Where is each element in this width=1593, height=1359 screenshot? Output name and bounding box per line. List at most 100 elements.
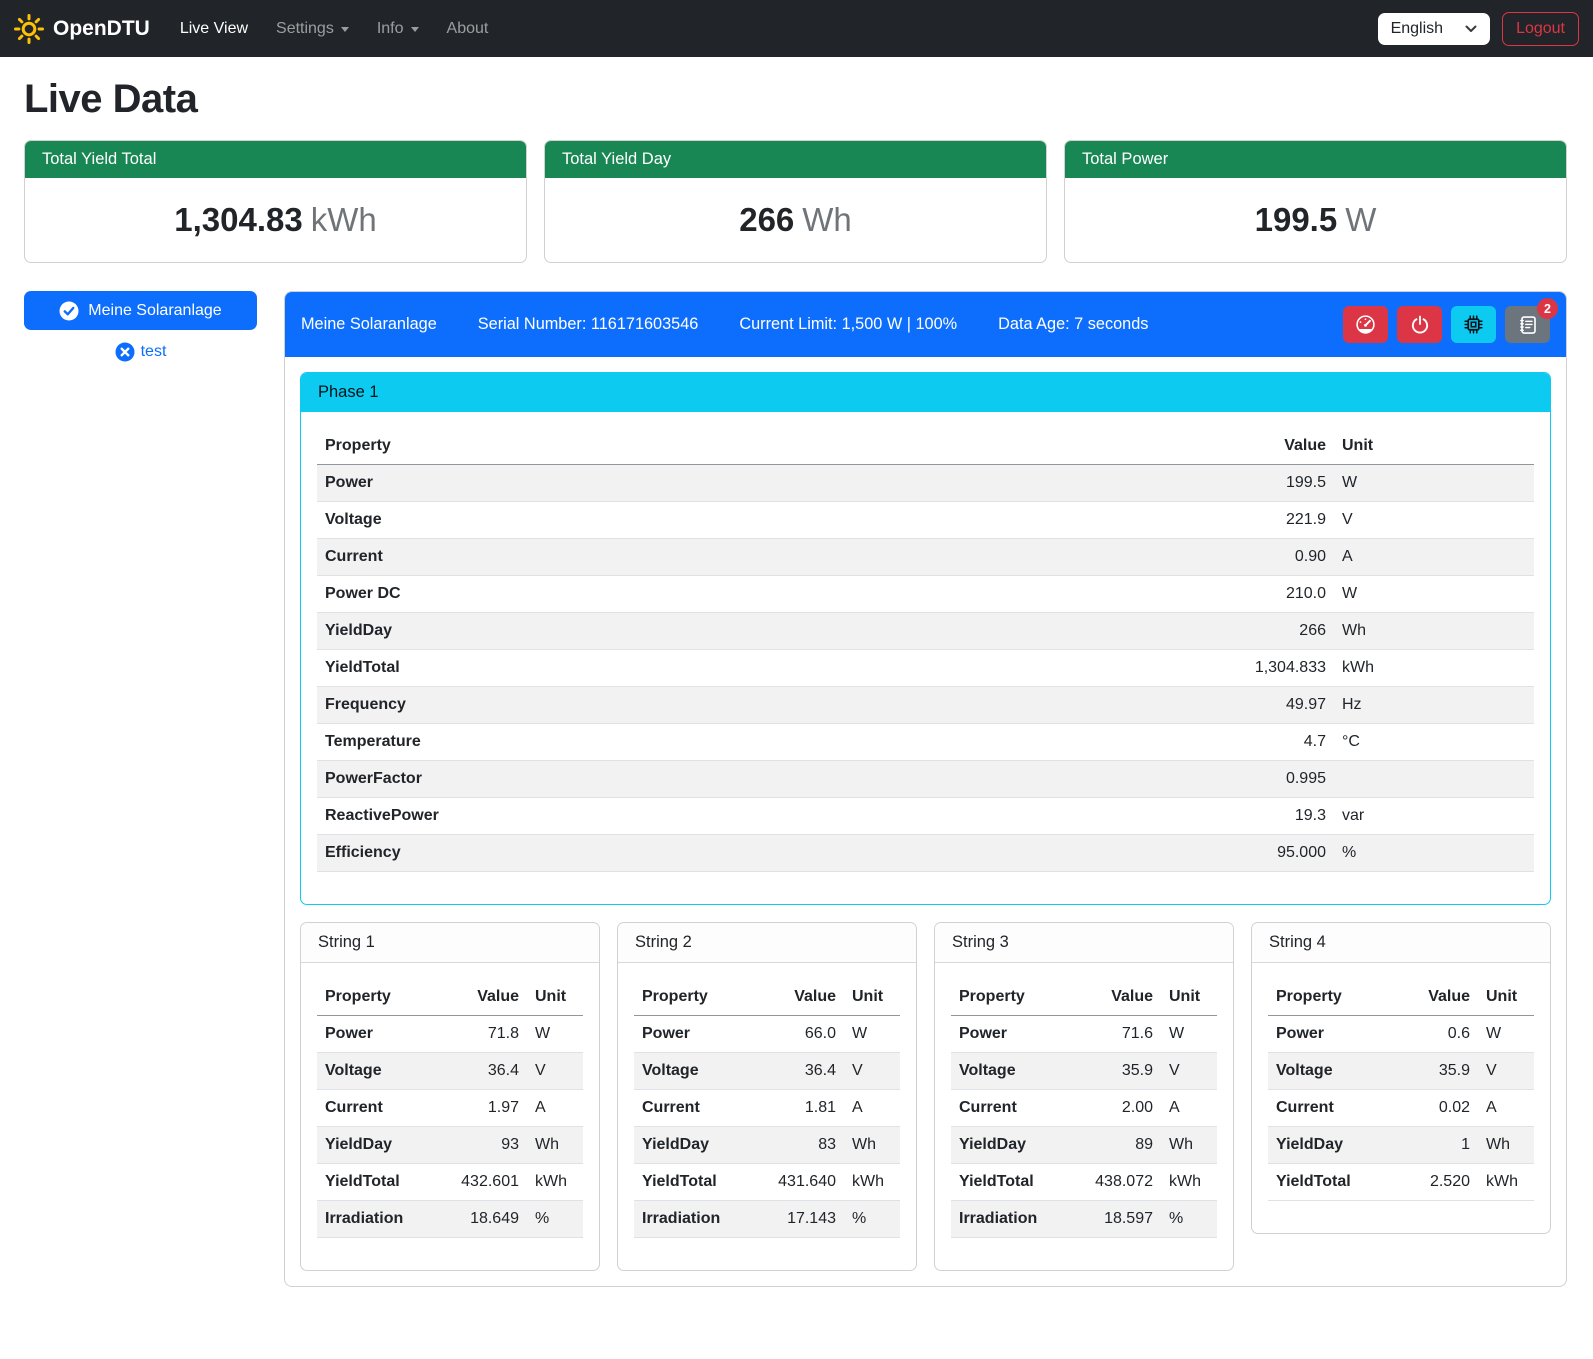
value-cell: 18.597 bbox=[1065, 1201, 1161, 1238]
brand[interactable]: OpenDTU bbox=[14, 10, 150, 48]
column-header: Property bbox=[317, 428, 925, 465]
string-panel-title: String 1 bbox=[301, 923, 599, 963]
table-row: Power199.5W bbox=[317, 465, 1534, 502]
inverter-item-test[interactable]: test bbox=[24, 342, 257, 362]
chevron-down-icon bbox=[1465, 25, 1477, 33]
unit-cell: V bbox=[1478, 1053, 1534, 1090]
nav-links: Live View Settings Info About bbox=[168, 12, 1378, 46]
column-header: Value bbox=[925, 428, 1334, 465]
property-cell: Voltage bbox=[634, 1053, 748, 1090]
card-unit: kWh bbox=[311, 201, 377, 238]
navbar: OpenDTU Live View Settings Info About En… bbox=[0, 0, 1593, 57]
table-row: Current2.00A bbox=[951, 1090, 1217, 1127]
value-cell: 36.4 bbox=[431, 1053, 527, 1090]
property-cell: YieldTotal bbox=[317, 650, 925, 687]
nav-item-info[interactable]: Info bbox=[365, 12, 431, 46]
table-row: Irradiation17.143% bbox=[634, 1201, 900, 1238]
table-row: Power66.0W bbox=[634, 1016, 900, 1053]
table-row: PowerFactor0.995 bbox=[317, 761, 1534, 798]
value-cell: 1.97 bbox=[431, 1090, 527, 1127]
language-select[interactable]: English bbox=[1378, 13, 1490, 45]
table-row: Voltage36.4V bbox=[317, 1053, 583, 1090]
serial-number: Serial Number: 116171603546 bbox=[478, 315, 699, 334]
limit-settings-button[interactable] bbox=[1343, 306, 1388, 343]
property-cell: Temperature bbox=[317, 724, 925, 761]
string-1-panel: String 1 PropertyValueUnitPower71.8WVolt… bbox=[300, 922, 600, 1271]
property-cell: Frequency bbox=[317, 687, 925, 724]
unit-cell: V bbox=[527, 1053, 583, 1090]
unit-cell bbox=[1334, 761, 1534, 798]
device-info-button[interactable] bbox=[1451, 306, 1496, 343]
nav-item-settings[interactable]: Settings bbox=[264, 12, 361, 46]
card-unit: W bbox=[1345, 201, 1376, 238]
table-row: Irradiation18.597% bbox=[951, 1201, 1217, 1238]
current-limit: Current Limit: 1,500 W | 100% bbox=[739, 315, 957, 334]
value-cell: 0.90 bbox=[925, 539, 1334, 576]
nav-item-about[interactable]: About bbox=[435, 12, 501, 46]
table-row: Power DC210.0W bbox=[317, 576, 1534, 613]
inverter-sidebar: Meine Solaranlage test bbox=[24, 291, 257, 362]
phase-table: PropertyValueUnit Power199.5WVoltage221.… bbox=[317, 428, 1534, 872]
logout-button[interactable]: Logout bbox=[1502, 12, 1579, 46]
card-title: Total Power bbox=[1065, 141, 1566, 178]
property-cell: YieldDay bbox=[634, 1127, 748, 1164]
event-count-badge: 2 bbox=[1537, 298, 1558, 319]
phase-panel-title: Phase 1 bbox=[301, 373, 1550, 412]
unit-cell: % bbox=[1161, 1201, 1217, 1238]
string-4-table: PropertyValueUnitPower0.6WVoltage35.9VCu… bbox=[1268, 979, 1534, 1201]
value-cell: 17.143 bbox=[748, 1201, 844, 1238]
value-cell: 432.601 bbox=[431, 1164, 527, 1201]
unit-cell: var bbox=[1334, 798, 1534, 835]
table-row: YieldDay93Wh bbox=[317, 1127, 583, 1164]
table-row: Voltage221.9V bbox=[317, 502, 1534, 539]
table-row: YieldDay89Wh bbox=[951, 1127, 1217, 1164]
property-cell: Power bbox=[1268, 1016, 1382, 1053]
value-cell: 1.81 bbox=[748, 1090, 844, 1127]
property-cell: Current bbox=[317, 539, 925, 576]
unit-cell: V bbox=[1334, 502, 1534, 539]
unit-cell: Wh bbox=[1478, 1127, 1534, 1164]
value-cell: 0.995 bbox=[925, 761, 1334, 798]
column-header: Unit bbox=[1478, 979, 1534, 1016]
string-2-table: PropertyValueUnitPower66.0WVoltage36.4VC… bbox=[634, 979, 900, 1238]
property-cell: Voltage bbox=[317, 502, 925, 539]
property-cell: Current bbox=[317, 1090, 431, 1127]
check-circle-icon bbox=[59, 301, 79, 321]
property-cell: Power bbox=[951, 1016, 1065, 1053]
property-cell: YieldDay bbox=[1268, 1127, 1382, 1164]
inverter-name-label: Meine Solaranlage bbox=[88, 302, 221, 320]
card-value: 199.5 bbox=[1255, 201, 1338, 238]
column-header: Unit bbox=[527, 979, 583, 1016]
card-title: Total Yield Day bbox=[545, 141, 1046, 178]
value-cell: 35.9 bbox=[1065, 1053, 1161, 1090]
property-cell: Efficiency bbox=[317, 835, 925, 872]
column-header: Value bbox=[1065, 979, 1161, 1016]
table-row: YieldTotal1,304.833kWh bbox=[317, 650, 1534, 687]
total-power-card: Total Power 199.5W bbox=[1064, 140, 1567, 263]
column-header: Unit bbox=[844, 979, 900, 1016]
phase-panel: Phase 1 PropertyValueUnit Power199.5WVol… bbox=[300, 372, 1551, 905]
property-cell: Irradiation bbox=[317, 1201, 431, 1238]
table-row: YieldTotal438.072kWh bbox=[951, 1164, 1217, 1201]
event-log-button[interactable]: 2 bbox=[1505, 306, 1550, 343]
chevron-down-icon bbox=[341, 27, 349, 32]
power-settings-button[interactable] bbox=[1397, 306, 1442, 343]
property-cell: Current bbox=[634, 1090, 748, 1127]
unit-cell: W bbox=[527, 1016, 583, 1053]
unit-cell: kWh bbox=[1478, 1164, 1534, 1201]
unit-cell: Wh bbox=[1334, 613, 1534, 650]
value-cell: 4.7 bbox=[925, 724, 1334, 761]
column-header: Value bbox=[431, 979, 527, 1016]
column-header: Value bbox=[1382, 979, 1478, 1016]
property-cell: Voltage bbox=[951, 1053, 1065, 1090]
unit-cell: V bbox=[844, 1053, 900, 1090]
unit-cell: % bbox=[844, 1201, 900, 1238]
unit-cell: A bbox=[844, 1090, 900, 1127]
unit-cell: Wh bbox=[527, 1127, 583, 1164]
string-4-panel: String 4 PropertyValueUnitPower0.6WVolta… bbox=[1251, 922, 1551, 1234]
journal-text-icon bbox=[1518, 315, 1538, 335]
unit-cell: W bbox=[1161, 1016, 1217, 1053]
inverter-select-button[interactable]: Meine Solaranlage bbox=[24, 291, 257, 330]
nav-item-live-view[interactable]: Live View bbox=[168, 12, 260, 46]
column-header: Value bbox=[748, 979, 844, 1016]
